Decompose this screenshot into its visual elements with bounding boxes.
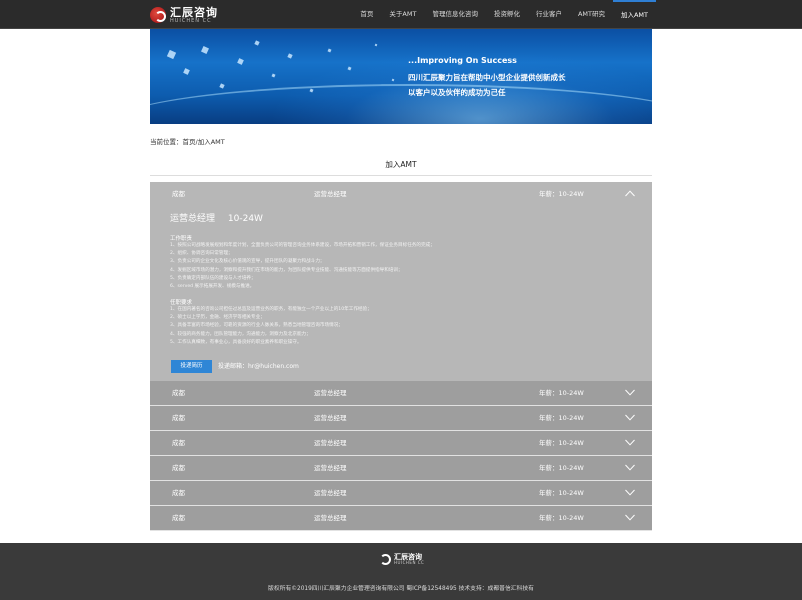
- job-city: 成都: [172, 439, 185, 447]
- banner-slogan-cn-2: 以客户以及伙伴的成功为己任: [408, 88, 506, 97]
- hero-banner: ...Improving On Success 四川汇辰聚力旨在帮助中小型企业提…: [150, 29, 652, 124]
- job-city: 成都: [172, 464, 185, 472]
- requirement-item: 2、硕士以上学历，金融、经济学等相关专业；: [170, 315, 265, 321]
- logo-cn-text: 汇辰咨询: [170, 5, 218, 19]
- banner-slogan-cn-1: 四川汇辰聚力旨在帮助中小型企业提供创新成长: [408, 73, 566, 82]
- footer-logo[interactable]: 汇辰咨询 HUICHEN CC: [380, 554, 424, 565]
- duty-item: 2、组织、协调咨询日常管理；: [170, 251, 233, 257]
- job-city: 成都: [172, 414, 185, 422]
- site-logo[interactable]: 汇辰咨询 HUICHEN CC: [150, 5, 218, 25]
- job-row-header[interactable]: 成都 运营总经理 年薪：10-24W: [150, 506, 652, 531]
- nav-item-join[interactable]: 加入AMT: [612, 0, 656, 29]
- job-salary: 年薪：10-24W: [539, 389, 584, 397]
- requirement-item: 1、在国内著名的咨询公司担任过总监及运营业务的职务，有能独立一个产业以上的10年…: [170, 307, 372, 312]
- title-divider: [150, 175, 652, 176]
- banner-slogan-en: ...Improving On Success: [408, 56, 517, 65]
- requirements-heading: 任职要求: [170, 300, 193, 306]
- job-salary: 年薪：10-24W: [539, 514, 584, 522]
- site-footer: 汇辰咨询 HUICHEN CC 版权所有©2019四川汇辰聚力企业管理咨询有限公…: [0, 543, 802, 600]
- apply-resume-button[interactable]: 投递简历: [171, 360, 212, 373]
- duty-item: 3、负责公司的企业文化及核心价值观的宣导，提升团队的凝聚力和战斗力；: [170, 259, 325, 265]
- requirement-item: 4、较强的商务能力，团队管理能力，沟通能力，洞察力及北京能力；: [170, 331, 311, 337]
- job-title: 运营总经理: [314, 439, 347, 447]
- logo-icon: [150, 7, 166, 23]
- requirements-list: 1、在国内著名的咨询公司担任过总监及运营业务的职务，有能独立一个产业以上的10年…: [170, 306, 372, 347]
- job-salary: 年薪：10-24W: [539, 464, 584, 472]
- page-title: 加入AMT: [385, 160, 417, 169]
- nav-item-clients[interactable]: 行业客户: [528, 0, 570, 29]
- job-title: 运营总经理: [314, 514, 347, 522]
- nav-item-about[interactable]: 关于AMT: [381, 0, 424, 29]
- banner-cube: [287, 53, 293, 59]
- top-navbar: 汇辰咨询 HUICHEN CC 首页 关于AMT 管理信息化咨询 投资孵化 行业…: [0, 0, 802, 29]
- chevron-down-icon[interactable]: [625, 389, 635, 398]
- chevron-down-icon[interactable]: [625, 514, 635, 523]
- banner-cube: [201, 46, 209, 54]
- job-title: 运营总经理: [314, 190, 347, 198]
- breadcrumb: 当前位置：首页/加入AMT: [150, 138, 225, 146]
- job-row-header[interactable]: 成都 运营总经理 年薪：10-24W: [150, 431, 652, 456]
- nav-item-consulting[interactable]: 管理信息化咨询: [424, 0, 486, 29]
- requirement-item: 3、具备丰富的市场经验，可靠的资源的行业人脉关系，熟悉当地管理咨询市场情况；: [170, 323, 343, 329]
- duty-item: 4、发掘区域市场的潜力，洞察和提升我们在市场的能力，为团队提供专业技能、沟通技能…: [170, 267, 403, 273]
- banner-cube: [183, 68, 190, 75]
- duty-item: 5、负责确定内部队伍的建设与人才培养；: [170, 275, 256, 281]
- job-row-header[interactable]: 成都 运营总经理 年薪：10-24W: [150, 481, 652, 506]
- job-detail-headline: 运营总经理 10-24W: [170, 211, 273, 224]
- banner-wave: [150, 84, 652, 124]
- chevron-down-icon[interactable]: [625, 464, 635, 473]
- job-salary: 年薪：10-24W: [539, 190, 584, 198]
- banner-cube: [237, 58, 244, 65]
- banner-cube: [271, 73, 276, 78]
- duties-list: 1、按照公司战略发展规划和年度计划，全面负责公司的管理咨询业务体系建设，市场开拓…: [170, 242, 435, 291]
- banner-cube: [327, 48, 332, 53]
- job-row-header[interactable]: 成都 运营总经理 年薪：10-24W: [150, 456, 652, 481]
- banner-cube: [254, 40, 260, 46]
- requirement-item: 5、工作认真细致，有事业心，具备良好的职业素养和职业操守。: [170, 339, 302, 345]
- job-salary: 年薪：10-24W: [539, 489, 584, 497]
- logo-en-text: HUICHEN CC: [170, 17, 212, 24]
- job-city: 成都: [172, 389, 185, 397]
- nav-item-home[interactable]: 首页: [352, 0, 381, 29]
- job-detail-salary: 10-24W: [227, 214, 263, 224]
- footer-logo-icon: [380, 554, 391, 565]
- duties-heading: 工作职责: [170, 236, 193, 242]
- job-city: 成都: [172, 190, 185, 198]
- banner-cube: [166, 49, 177, 60]
- chevron-up-icon[interactable]: [625, 190, 635, 199]
- nav-item-research[interactable]: AMT研究: [570, 0, 613, 29]
- job-detail-title: 运营总经理: [170, 214, 216, 224]
- job-title: 运营总经理: [314, 489, 347, 497]
- banner-cube: [219, 83, 225, 89]
- job-list: 成都 运营总经理 年薪：10-24W 运营总经理 10-24W 工作职责 1、按…: [150, 182, 652, 531]
- chevron-down-icon[interactable]: [625, 489, 635, 498]
- duty-item: 1、按照公司战略发展规划和年度计划，全面负责公司的管理咨询业务体系建设，市场开拓…: [170, 243, 435, 248]
- job-title: 运营总经理: [314, 414, 347, 422]
- footer-logo-en: HUICHEN CC: [394, 560, 425, 565]
- nav-item-investment[interactable]: 投资孵化: [486, 0, 528, 29]
- banner-cube: [374, 43, 378, 47]
- footer-copyright: 版权所有©2019四川汇辰聚力企业管理咨询有限公司 蜀ICP备12548495 …: [268, 586, 534, 592]
- chevron-down-icon[interactable]: [625, 439, 635, 448]
- job-city: 成都: [172, 514, 185, 522]
- job-row-header[interactable]: 成都 运营总经理 年薪：10-24W: [150, 182, 652, 207]
- job-city: 成都: [172, 489, 185, 497]
- job-salary: 年薪：10-24W: [539, 414, 584, 422]
- apply-email: 投递邮箱：hr@huichen.com: [218, 363, 299, 370]
- job-title: 运营总经理: [314, 464, 347, 472]
- job-salary: 年薪：10-24W: [539, 439, 584, 447]
- job-title: 运营总经理: [314, 389, 347, 397]
- job-row-header[interactable]: 成都 运营总经理 年薪：10-24W: [150, 381, 652, 406]
- duty-item: 6、served 展示拓展开发、规模与推进。: [170, 284, 255, 290]
- job-row-header[interactable]: 成都 运营总经理 年薪：10-24W: [150, 406, 652, 431]
- chevron-down-icon[interactable]: [625, 414, 635, 423]
- job-detail-panel: 运营总经理 10-24W 工作职责 1、按照公司战略发展规划和年度计划，全面负责…: [150, 205, 652, 381]
- main-nav: 首页 关于AMT 管理信息化咨询 投资孵化 行业客户 AMT研究 加入AMT: [352, 0, 656, 29]
